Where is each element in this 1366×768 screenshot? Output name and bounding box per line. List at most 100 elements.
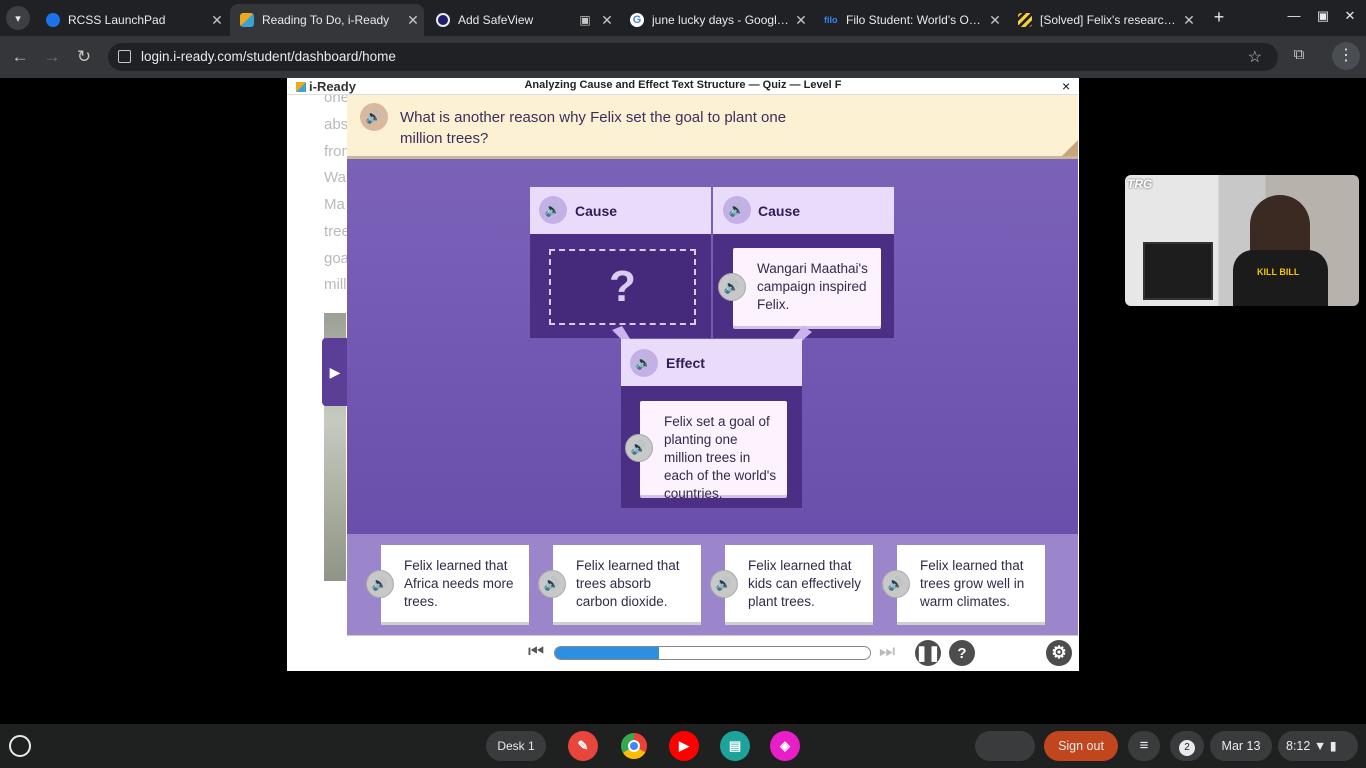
tab-solved[interactable]: [Solved] Felix's research fo ✕ [1008,4,1200,36]
chrome-app-icon[interactable] [619,731,649,761]
answer-text: Felix learned that trees absorb carbon d… [576,558,680,609]
background-passage-line: Ma [324,196,345,213]
launcher-icon[interactable] [9,735,31,757]
banner-corner [1062,140,1078,156]
bookmark-star-icon[interactable]: ☆ [1248,47,1262,67]
background-passage-line: goa [324,250,350,267]
skip-forward-icon[interactable]: ⏭ [879,641,895,662]
wifi-icon: ▼ [1313,739,1327,753]
effect-speaker-icon[interactable]: 🔊 [630,349,658,377]
answer-text: Felix learned that trees grow well in wa… [920,558,1025,609]
cause-2-card: Wangari Maathai's campaign inspired Feli… [733,248,881,326]
date-display[interactable]: Mar 13 [1210,731,1272,761]
answer-choice-1[interactable]: Felix learned that Africa needs more tre… [381,545,529,622]
window-close-icon[interactable]: ✕ [1338,8,1362,24]
answer-1-speaker-icon[interactable]: 🔊 [366,570,394,598]
answer-choice-4[interactable]: Felix learned that trees grow well in wa… [897,545,1045,622]
answer-choice-2[interactable]: Felix learned that trees absorb carbon d… [553,545,701,622]
tab-close-icon[interactable]: ✕ [984,12,1006,29]
cause-2-card-speaker-icon[interactable]: 🔊 [718,273,746,301]
back-arrow-icon[interactable]: ← [8,45,32,69]
question-text: What is another reason why Felix set the… [400,109,787,147]
tab-close-icon[interactable]: ✕ [206,12,228,29]
sign-out-button[interactable]: Sign out [1044,731,1118,761]
battery-icon: ▮ [1329,739,1337,753]
answer-4-speaker-icon[interactable]: 🔊 [882,570,910,598]
minimize-icon[interactable]: — [1282,8,1306,23]
effect-text: Felix set a goal of planting one million… [664,414,777,501]
paint-app-icon[interactable]: ✎ [568,731,598,761]
cause-1-speaker-icon[interactable]: 🔊 [539,196,567,224]
status-tray[interactable]: 8:12 ▼ ▮ [1278,731,1358,761]
forward-arrow-icon[interactable]: → [40,45,64,69]
play-triangle-icon: ▶ [329,363,341,380]
answer-drop-slot[interactable]: ? [549,249,696,325]
address-bar[interactable]: login.i-ready.com/student/dashboard/home… [108,43,1278,71]
extensions-puzzle-icon[interactable]: ⧉ [1288,46,1310,68]
new-tab-button[interactable]: + [1208,6,1230,28]
effect-card: Felix set a goal of planting one million… [640,401,787,501]
tab-close-icon[interactable]: ✕ [402,12,424,29]
notification-badge[interactable]: 2 [1170,731,1204,761]
canvas-app-icon[interactable]: ◈ [770,731,800,761]
background-passage-line: Wa [324,169,346,186]
safeview-favicon-icon [436,13,450,27]
cause-label: Cause [575,203,618,219]
tab-close-icon[interactable]: ✕ [790,12,812,29]
tab-close-icon[interactable]: ✕ [1178,12,1200,29]
tab-rcss-launchpad[interactable]: RCSS LaunchPad ✕ [36,4,228,36]
maximize-icon[interactable]: ▣ [1311,8,1335,24]
answer-choice-3[interactable]: Felix learned that kids can effectively … [725,545,873,622]
background-passage-line: mill [324,276,347,293]
iready-favicon-icon [240,13,254,27]
coursehero-favicon-icon [1018,13,1032,27]
url-text[interactable]: login.i-ready.com/student/dashboard/home [141,49,396,64]
tab-iready[interactable]: Reading To Do, i-Ready ✕ [230,4,424,36]
answer-2-speaker-icon[interactable]: 🔊 [538,570,566,598]
cause-label: Cause [758,203,801,219]
tab-title: RCSS LaunchPad [68,13,166,27]
tab-close-icon[interactable]: ✕ [596,12,618,29]
skip-back-icon[interactable]: ⏮ [528,641,544,662]
tab-title: [Solved] Felix's research fo [1040,13,1178,27]
google-favicon-icon: G [630,13,644,27]
webcam-overlay: TRG KILL BILL [1125,175,1359,306]
pause-icon[interactable]: ❚❚ [915,640,941,666]
tab-filo[interactable]: filo Filo Student: World's Only L ✕ [814,4,1006,36]
tab-title: Add SafeView [458,13,534,27]
site-info-icon[interactable] [118,50,131,63]
answer-text: Felix learned that Africa needs more tre… [404,558,514,609]
youtube-app-icon[interactable]: ▶ [669,731,699,761]
help-icon[interactable]: ? [949,640,975,666]
effect-card-speaker-icon[interactable]: 🔊 [625,434,653,462]
cause-2-text: Wangari Maathai's campaign inspired Feli… [757,261,868,312]
classroom-app-icon[interactable]: ▤ [720,731,750,761]
webcam-shirt-text: KILL BILL [1257,267,1300,277]
cause-2-speaker-icon[interactable]: 🔊 [723,196,751,224]
tab-title: Reading To Do, i-Ready [262,13,390,27]
desk-button[interactable]: Desk 1 [486,731,546,761]
picture-in-picture-icon[interactable]: ▣ [574,13,596,27]
webcam-monitor [1143,242,1213,300]
effect-label: Effect [666,355,705,371]
launchpad-favicon-icon [46,13,60,27]
clock-time: 8:12 [1286,739,1311,753]
background-passage-line: tree [324,223,350,240]
answer-3-speaker-icon[interactable]: 🔊 [710,570,738,598]
lesson-progress-bar [554,646,871,660]
question-audio-speaker-icon[interactable]: 🔊 [360,103,388,131]
tab-google-search[interactable]: G june lucky days - Google Se ✕ [620,4,812,36]
media-controls-icon[interactable]: ≡ [1128,731,1160,761]
webcam-shirt [1233,250,1328,306]
chrome-menu-icon[interactable]: ⋮ [1332,42,1360,70]
holding-space-thumbnails[interactable] [975,731,1035,761]
reload-icon[interactable]: ↻ [72,45,96,69]
notification-count: 2 [1179,740,1195,756]
webcam-badge: TRG [1127,177,1153,191]
close-lesson-icon[interactable]: × [1062,78,1070,94]
tab-add-safeview[interactable]: Add SafeView ▣ ✕ [426,4,618,36]
passage-toggle-button[interactable]: ▶ [322,338,348,406]
tab-search-button[interactable]: ▾ [6,6,30,30]
settings-gear-icon[interactable]: ⚙ [1046,640,1072,666]
tab-title: Filo Student: World's Only L [846,13,984,27]
